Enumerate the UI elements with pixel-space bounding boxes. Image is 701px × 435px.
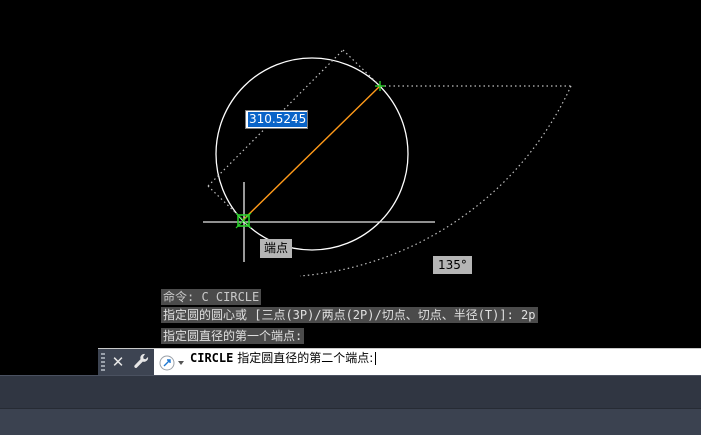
status-bar <box>0 408 701 435</box>
angle-tooltip: 135° <box>433 256 472 274</box>
grip-handle-icon[interactable] <box>101 353 105 372</box>
snap-marker-icon <box>235 212 252 229</box>
angle-arc <box>299 85 572 277</box>
command-input[interactable]: CIRCLE 指定圆直径的第二个端点: <box>154 349 701 376</box>
diameter-rubber-band <box>242 85 381 221</box>
command-history-line: 命令: C CIRCLE <box>161 289 262 305</box>
command-history-line: 指定圆直径的第一个端点: <box>161 328 305 344</box>
command-history-line: 指定圆的圆心或 [三点(3P)/两点(2P)/切点、切点、半径(T)]: 2p <box>161 307 538 323</box>
command-name: CIRCLE <box>190 351 234 365</box>
recent-commands-icon[interactable] <box>158 353 188 372</box>
snap-tooltip: 端点 <box>260 239 293 258</box>
dynamic-input-value[interactable]: 310.5245 <box>248 112 308 127</box>
close-icon[interactable]: ✕ <box>110 352 126 372</box>
command-prompt: CIRCLE 指定圆直径的第二个端点: <box>190 349 377 376</box>
text-caret <box>375 352 377 365</box>
command-line-bar: ✕ CIRCLE 指定圆直径的第二个端点: <box>98 348 701 376</box>
drawing-canvas[interactable]: 310.5245 端点 135° 命令: C CIRCLE 指定圆的圆心或 [三… <box>0 0 701 348</box>
wrench-icon[interactable] <box>132 352 150 372</box>
dynamic-input-field[interactable]: 310.5245 <box>245 110 308 129</box>
command-prompt-text: 指定圆直径的第二个端点: <box>237 351 374 365</box>
drawing-geometry <box>203 49 572 277</box>
layout-tabs-bar <box>0 375 701 409</box>
command-line-controls: ✕ <box>98 349 154 376</box>
